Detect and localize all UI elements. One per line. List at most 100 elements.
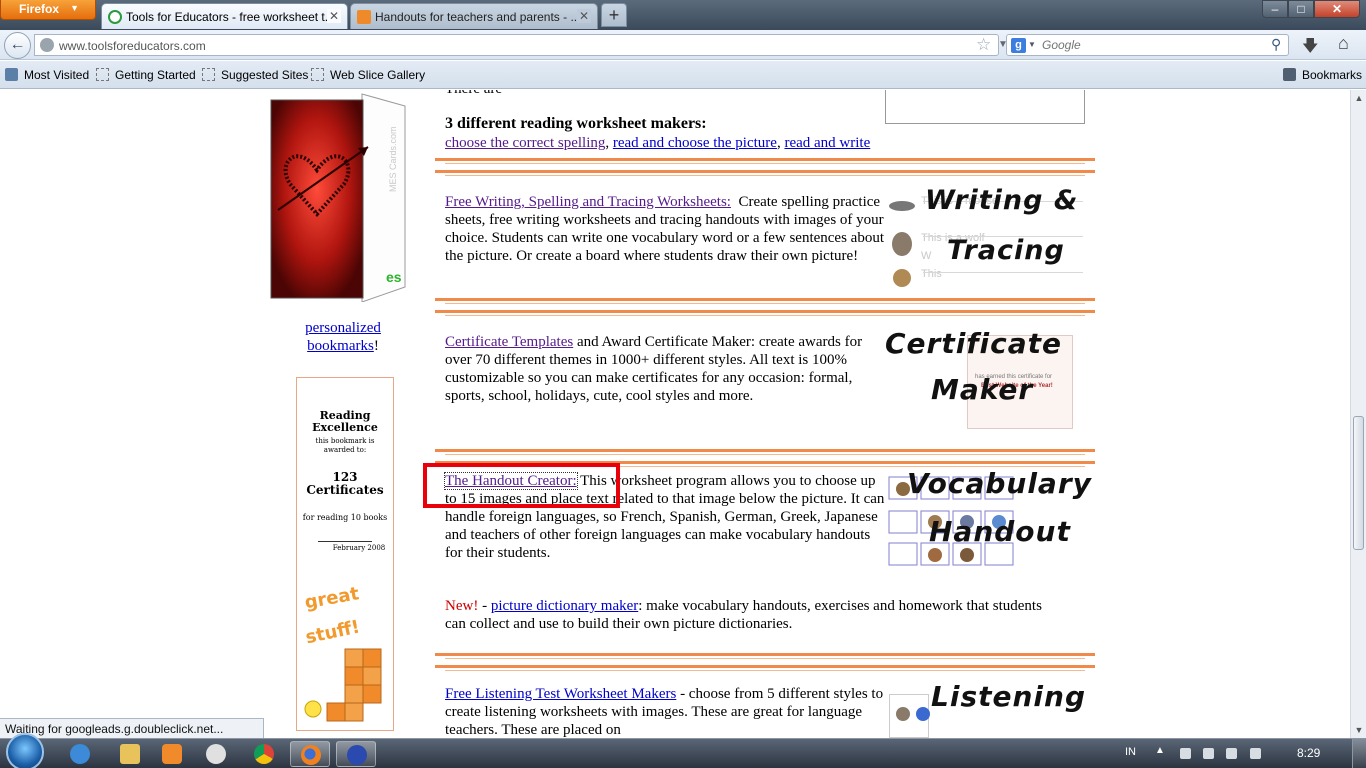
vocabulary-handout-thumbnail[interactable]: Vocabulary Handout [885,470,1091,569]
section-divider [435,449,1095,456]
scroll-down-icon[interactable]: ▼ [1351,722,1366,738]
top-partial-text: There are [445,90,502,98]
listening-test-link[interactable]: Free Listening Test Worksheet Makers [445,686,676,702]
search-bar[interactable]: g ▼ ⚲ [1006,34,1289,56]
animal-pictures-icon [896,707,930,721]
choose-spelling-link[interactable]: choose the correct spelling [445,135,605,151]
picture-dictionary-link[interactable]: picture dictionary maker [491,598,638,614]
bookmarks-menu-button[interactable]: Bookmarks [1283,68,1362,82]
page-icon [202,68,215,81]
tab-bar: Firefox ▼ Tools for Educators - free wor… [0,0,1366,30]
firefox-taskbar-icon[interactable] [290,741,330,767]
bookmark-suggested-sites[interactable]: Suggested Sites [202,68,308,82]
battery-icon[interactable] [1250,748,1261,759]
url-text[interactable]: www.toolsforeducators.com [59,39,206,53]
animal-pictures-icon [889,201,915,287]
back-button[interactable]: ← [4,32,31,59]
chrome-taskbar-icon[interactable] [244,741,284,767]
thumb-title: Writing & [925,185,1079,216]
home-icon[interactable]: ⌂ [1338,33,1349,54]
section-divider [435,158,1095,165]
highlight-box [423,463,620,508]
close-tab-icon[interactable]: ✕ [577,9,591,23]
page-icon [96,68,109,81]
tab-title: Tools for Educators - free worksheet t..… [126,10,335,24]
maximize-button[interactable]: □ [1288,0,1314,18]
internet-explorer-taskbar-icon[interactable] [60,741,100,767]
bookmark-reason: for reading 10 books [302,513,388,522]
section-divider [435,170,1095,177]
page-icon [311,68,324,81]
chevron-down-icon[interactable]: ▼ [1028,40,1036,49]
explorer-taskbar-icon[interactable] [110,741,150,767]
google-engine-icon[interactable]: g [1011,38,1026,53]
page-viewport: MES Cards.com es personalized bookmarks!… [0,90,1350,738]
url-bar[interactable]: www.toolsforeducators.com ☆ ▼ ✕ [34,34,1027,56]
thumb-title: Handout [929,515,1071,548]
listening-thumbnail[interactable]: Listening [885,680,1086,738]
navigation-bar: ← www.toolsforeducators.com ☆ ▼ ✕ g ▼ ⚲ … [0,30,1366,60]
firefox-menu-button[interactable]: Firefox ▼ [0,0,96,20]
show-desktop-button[interactable] [1352,739,1366,768]
section-divider [435,298,1095,305]
search-input[interactable] [1042,38,1262,52]
minimize-button[interactable]: – [1262,0,1288,18]
section-divider [435,310,1095,317]
thumb-title: Certificate [885,327,1062,360]
dash: - [478,598,491,614]
tab-tools-for-educators[interactable]: Tools for Educators - free worksheet t..… [101,3,348,29]
magnifier-icon[interactable]: ⚲ [1271,36,1281,53]
ad-box [885,90,1085,124]
exclamation: ! [373,338,379,354]
listening-section: Free Listening Test Worksheet Makers - c… [445,685,885,738]
firefox-menu-label: Firefox [19,2,60,16]
read-choose-picture-link[interactable]: read and choose the picture [613,135,777,151]
bookmark-most-visited[interactable]: Most Visited [5,68,89,82]
svg-text:great: great [303,583,361,613]
action-center-flag-icon[interactable] [1226,748,1237,759]
certificate-templates-link[interactable]: Certificate Templates [445,334,573,350]
tab-title: Handouts for teachers and parents - ... [375,10,581,24]
close-window-button[interactable]: ✕ [1314,0,1360,18]
bookmark-label: Web Slice Gallery [330,68,426,82]
media-player-taskbar-icon[interactable] [152,741,192,767]
certificate-section: Certificate Templates and Award Certific… [445,333,885,405]
site-favicon-icon [357,10,371,24]
thumb-title: Listening [931,680,1086,713]
scrollbar-thumb[interactable] [1353,416,1364,550]
scroll-up-icon[interactable]: ▲ [1351,90,1366,106]
bookmark-web-slice-gallery[interactable]: Web Slice Gallery [311,68,425,82]
certificate-maker-thumbnail[interactable]: has earned this certificate for Best Web… [885,327,1085,431]
volume-icon[interactable] [1203,748,1214,759]
personalized-bookmarks-link[interactable]: personalized bookmarks [305,320,381,354]
close-tab-icon[interactable]: ✕ [327,9,341,23]
read-and-write-link[interactable]: read and write [784,135,870,151]
valentine-card-image[interactable]: MES Cards.com es [268,92,418,302]
vertical-scrollbar[interactable]: ▲ ▼ [1350,90,1366,738]
thumb-bg-line: This [921,268,942,280]
writing-worksheets-link[interactable]: Free Writing, Spelling and Tracing Works… [445,194,731,210]
chevron-down-icon: ▼ [70,3,79,13]
writing-section: Free Writing, Spelling and Tracing Works… [445,193,885,265]
bookmark-folder-icon [5,68,18,81]
clock[interactable]: 8:29 [1297,746,1320,760]
start-button[interactable] [6,733,44,768]
network-app-taskbar-icon[interactable] [336,741,376,767]
new-tab-button[interactable]: + [601,3,627,27]
app-taskbar-icon[interactable] [196,741,236,767]
tray-expand-icon[interactable]: ▲ [1155,745,1165,756]
bookmarks-icon [1283,68,1296,81]
tab-handouts[interactable]: Handouts for teachers and parents - ... … [350,3,598,29]
great-stuff-art-icon: great stuff! [303,583,382,722]
bookmark-star-icon[interactable]: ☆ [976,35,991,55]
sample-bookmark-image[interactable]: Reading Excellence this bookmark is awar… [296,377,394,731]
card-logo-icon: es [386,269,402,285]
download-icon[interactable]: 🡇 [1302,35,1318,62]
network-icon[interactable] [1180,748,1191,759]
bookmark-getting-started[interactable]: Getting Started [96,68,196,82]
writing-tracing-thumbnail[interactable]: This is a mouse This is a wolf W This Wr… [885,185,1085,292]
section-divider [435,653,1095,660]
language-indicator[interactable]: IN [1125,746,1136,758]
bookmarks-promo: personalized bookmarks! [283,319,403,355]
thumb-title: Tracing [947,235,1065,266]
